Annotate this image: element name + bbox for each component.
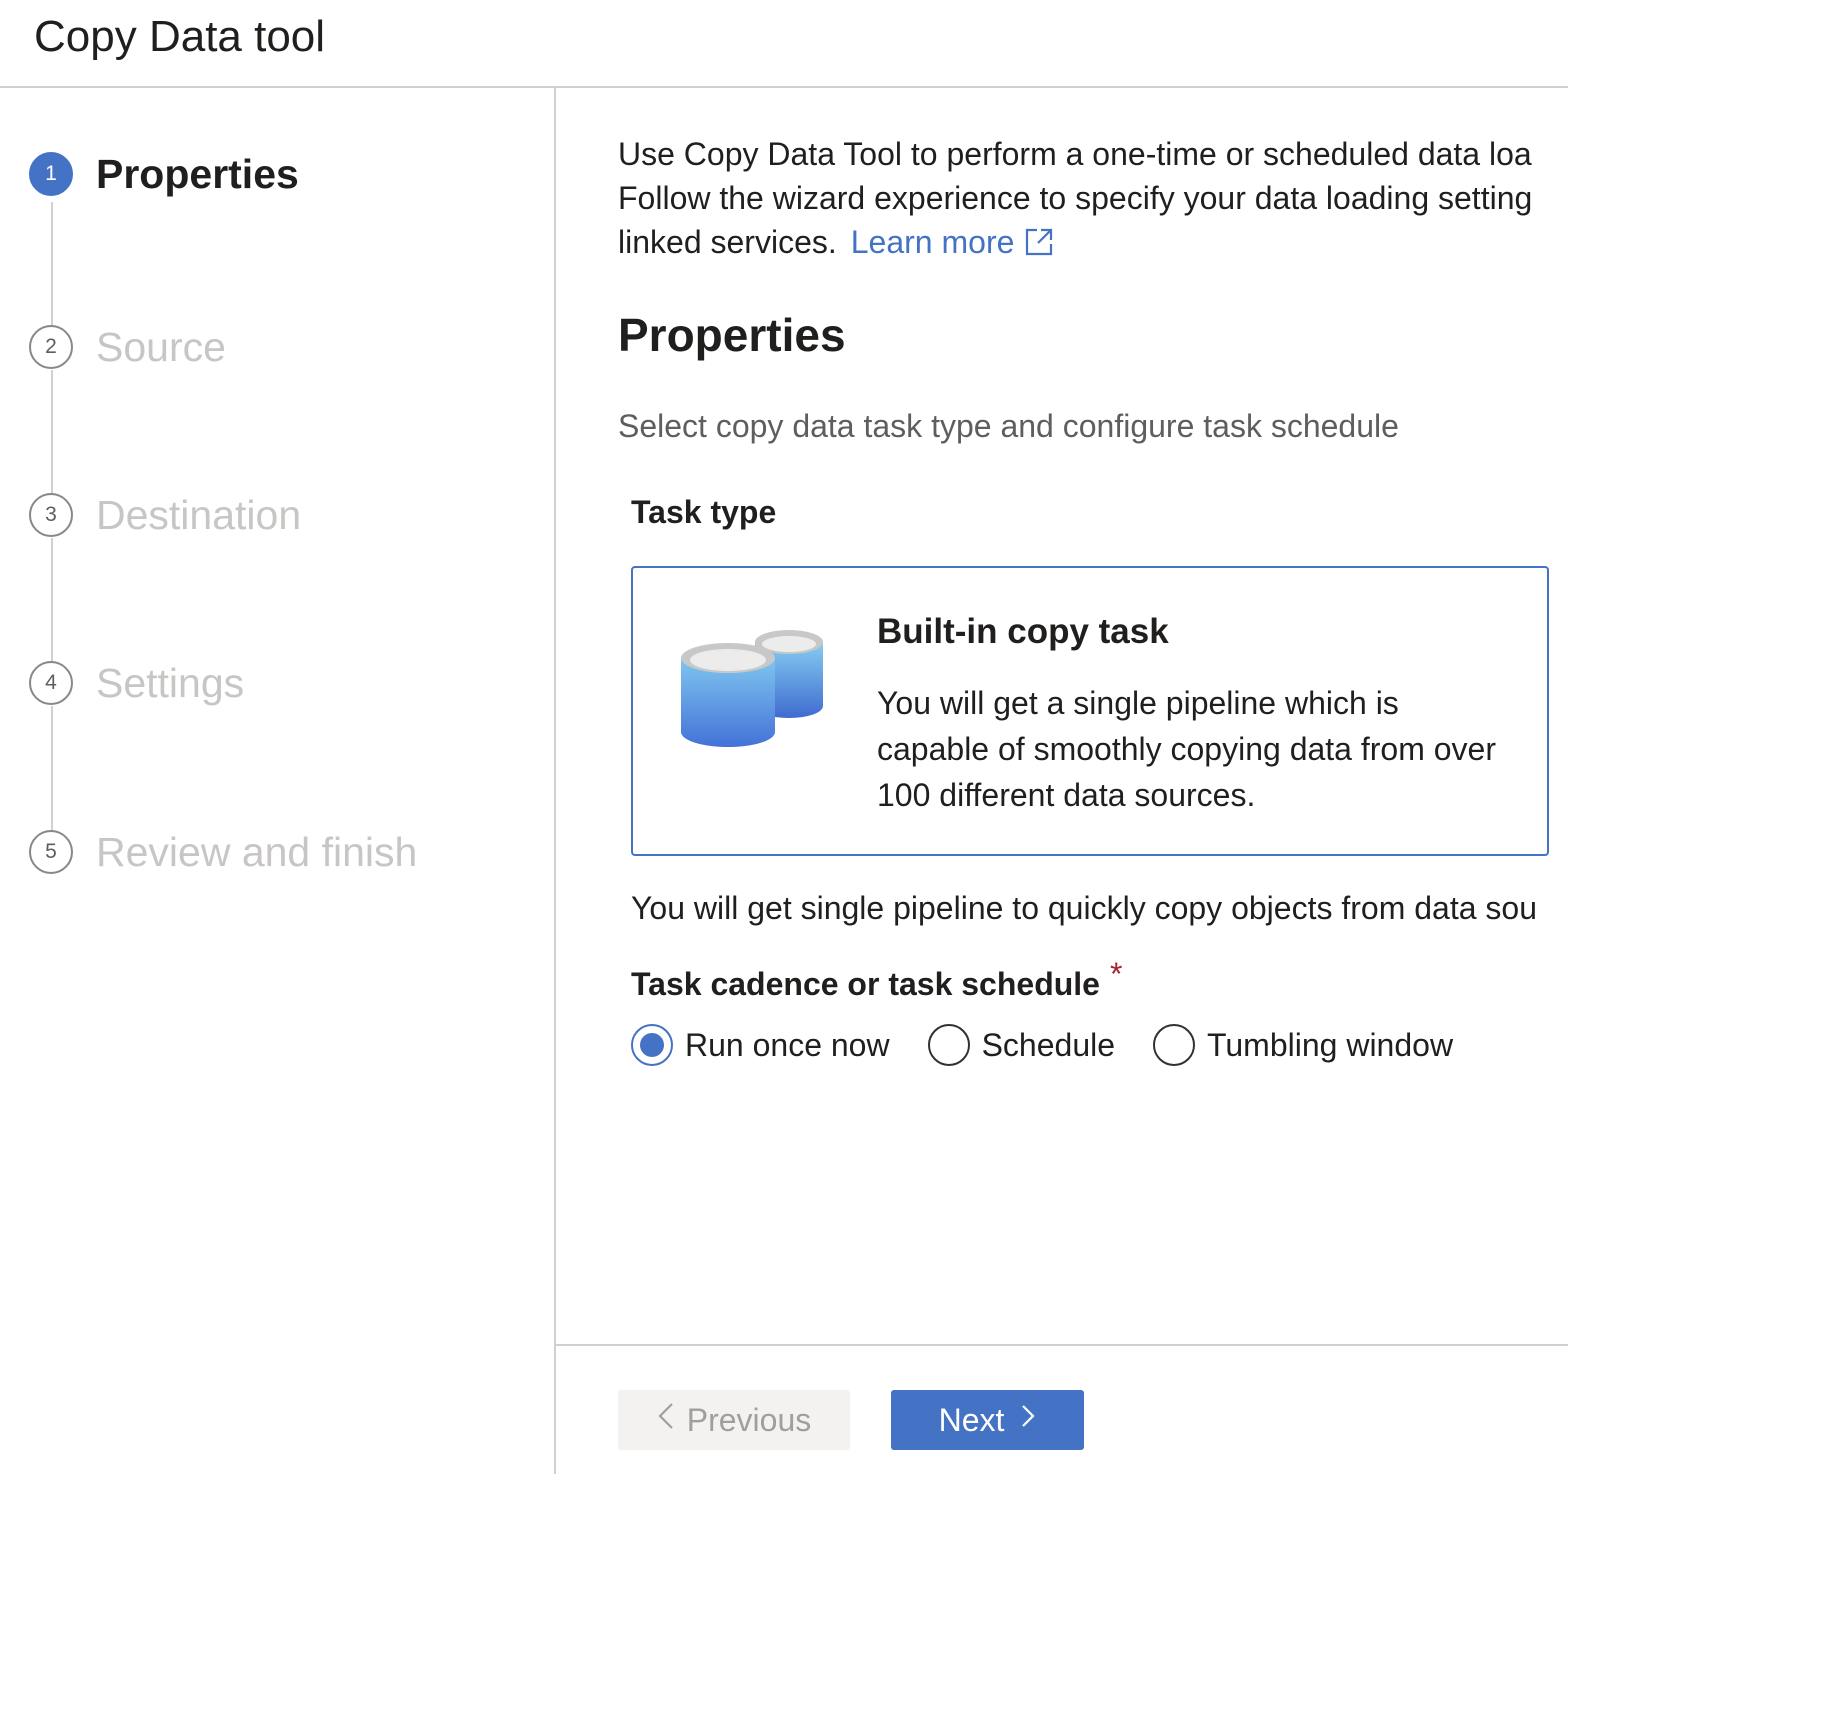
radio-button-selected[interactable] xyxy=(631,1024,673,1066)
wizard-stepper: 1 Properties 2 Source 3 Destination 4 Se… xyxy=(0,88,556,1474)
schedule-label: Task cadence or task schedule xyxy=(631,966,1100,1002)
intro-line: Use Copy Data Tool to perform a one-time… xyxy=(618,136,1532,172)
radio-label: Tumbling window xyxy=(1207,1026,1454,1063)
step-review-and-finish[interactable]: 5 Review and finish xyxy=(29,828,417,876)
step-number-badge: 3 xyxy=(29,493,73,537)
step-label: Settings xyxy=(96,659,245,706)
radio-label: Run once now xyxy=(685,1026,890,1063)
step-number-badge: 4 xyxy=(29,661,73,705)
intro-line: Follow the wizard experience to specify … xyxy=(618,180,1533,216)
database-cylinders-icon xyxy=(679,620,829,765)
step-label: Source xyxy=(96,323,226,370)
next-button[interactable]: Next xyxy=(891,1390,1084,1450)
radio-button[interactable] xyxy=(927,1024,970,1066)
task-type-label: Task type xyxy=(631,494,777,530)
step-settings[interactable]: 4 Settings xyxy=(29,659,244,707)
learn-more-label: Learn more xyxy=(850,224,1015,260)
step-label: Properties xyxy=(96,150,299,197)
step-number-badge: 1 xyxy=(29,152,73,196)
section-title: Properties xyxy=(618,309,846,361)
task-card-description: You will get a single pipeline which is … xyxy=(877,685,1496,813)
schedule-radio-group: Run once now Schedule Tumbling window xyxy=(631,1024,1491,1066)
radio-button[interactable] xyxy=(1153,1024,1196,1066)
step-number-badge: 5 xyxy=(29,830,73,874)
radio-dot xyxy=(640,1033,664,1057)
task-card-title: Built-in copy task xyxy=(877,612,1169,651)
intro-line-last: linked services. Learn more xyxy=(618,220,1568,268)
chevron-right-icon xyxy=(1020,1403,1036,1437)
step-source[interactable]: 2 Source xyxy=(29,323,226,371)
chevron-left-icon xyxy=(657,1401,675,1439)
intro-line-text: linked services. xyxy=(618,224,837,260)
task-type-card-built-in-copy[interactable]: Built-in copy task You will get a single… xyxy=(631,566,1549,856)
step-properties[interactable]: 1 Properties xyxy=(29,150,299,198)
required-indicator: * xyxy=(1109,956,1123,992)
section-subtitle: Select copy data task type and configure… xyxy=(618,408,1399,444)
app-header: Copy Data tool xyxy=(0,0,1568,88)
previous-button-label: Previous xyxy=(686,1401,812,1438)
radio-run-once-now[interactable]: Run once now xyxy=(631,1024,890,1066)
radio-tumbling-window[interactable]: Tumbling window xyxy=(1153,1024,1453,1066)
previous-button[interactable]: Previous xyxy=(618,1390,850,1450)
radio-schedule[interactable]: Schedule xyxy=(927,1024,1116,1066)
step-destination[interactable]: 3 Destination xyxy=(29,491,301,539)
learn-more-link[interactable]: Learn more xyxy=(851,224,1055,260)
task-type-note: You will get single pipeline to quickly … xyxy=(631,890,1537,926)
step-label: Destination xyxy=(96,491,302,538)
schedule-label-row: Task cadence or task schedule * xyxy=(631,956,1122,1003)
intro-text: Use Copy Data Tool to perform a one-time… xyxy=(618,132,1568,268)
radio-label: Schedule xyxy=(981,1026,1116,1063)
app-title: Copy Data tool xyxy=(34,12,326,61)
external-link-icon xyxy=(1024,224,1054,268)
next-button-label: Next xyxy=(938,1401,1005,1438)
wizard-footer: Previous Next xyxy=(556,1344,1568,1474)
step-label: Review and finish xyxy=(96,828,418,875)
main-panel: Use Copy Data Tool to perform a one-time… xyxy=(556,88,1568,1474)
step-number-badge: 2 xyxy=(29,325,73,369)
